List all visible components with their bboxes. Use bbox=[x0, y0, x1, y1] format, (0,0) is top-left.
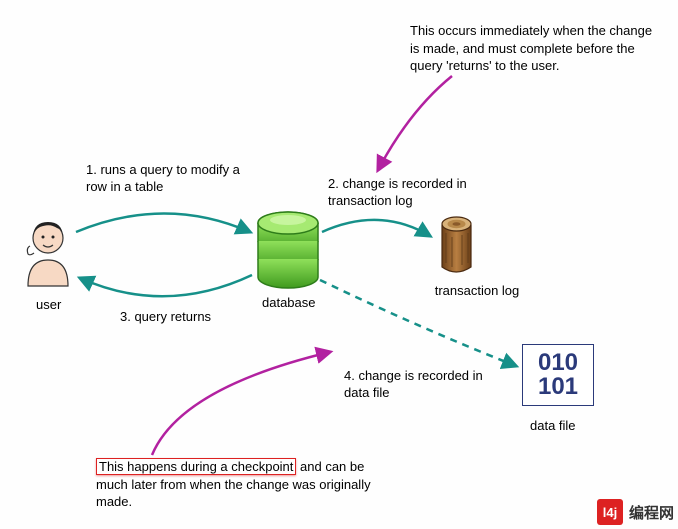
step-1-label: 1. runs a query to modify a row in a tab… bbox=[86, 162, 246, 196]
note-bottom-highlight: This happens during a checkpoint bbox=[96, 458, 296, 475]
step-3-label: 3. query returns bbox=[120, 309, 211, 326]
transaction-log-diagram: 010 101 user database transaction log da… bbox=[0, 0, 678, 529]
watermark-logo-icon: l4j bbox=[597, 499, 623, 525]
data-file-icon: 010 101 bbox=[522, 344, 594, 406]
transaction-log-label: transaction log bbox=[427, 283, 527, 300]
note-top: This occurs immediately when the change … bbox=[410, 22, 660, 75]
step-2-label: 2. change is recorded in transaction log bbox=[328, 176, 468, 210]
watermark-text: 编程网 bbox=[629, 502, 674, 523]
database-label: database bbox=[262, 295, 316, 312]
data-file-label: data file bbox=[530, 418, 576, 435]
log-icon bbox=[434, 215, 479, 273]
note-bottom: This happens during a checkpoint and can… bbox=[96, 458, 396, 511]
database-icon bbox=[255, 211, 321, 289]
user-label: user bbox=[36, 297, 61, 314]
user-icon bbox=[20, 218, 76, 290]
watermark: l4j 编程网 bbox=[597, 499, 674, 525]
diagram-arrows bbox=[0, 0, 678, 529]
step-4-label: 4. change is recorded in data file bbox=[344, 368, 489, 402]
